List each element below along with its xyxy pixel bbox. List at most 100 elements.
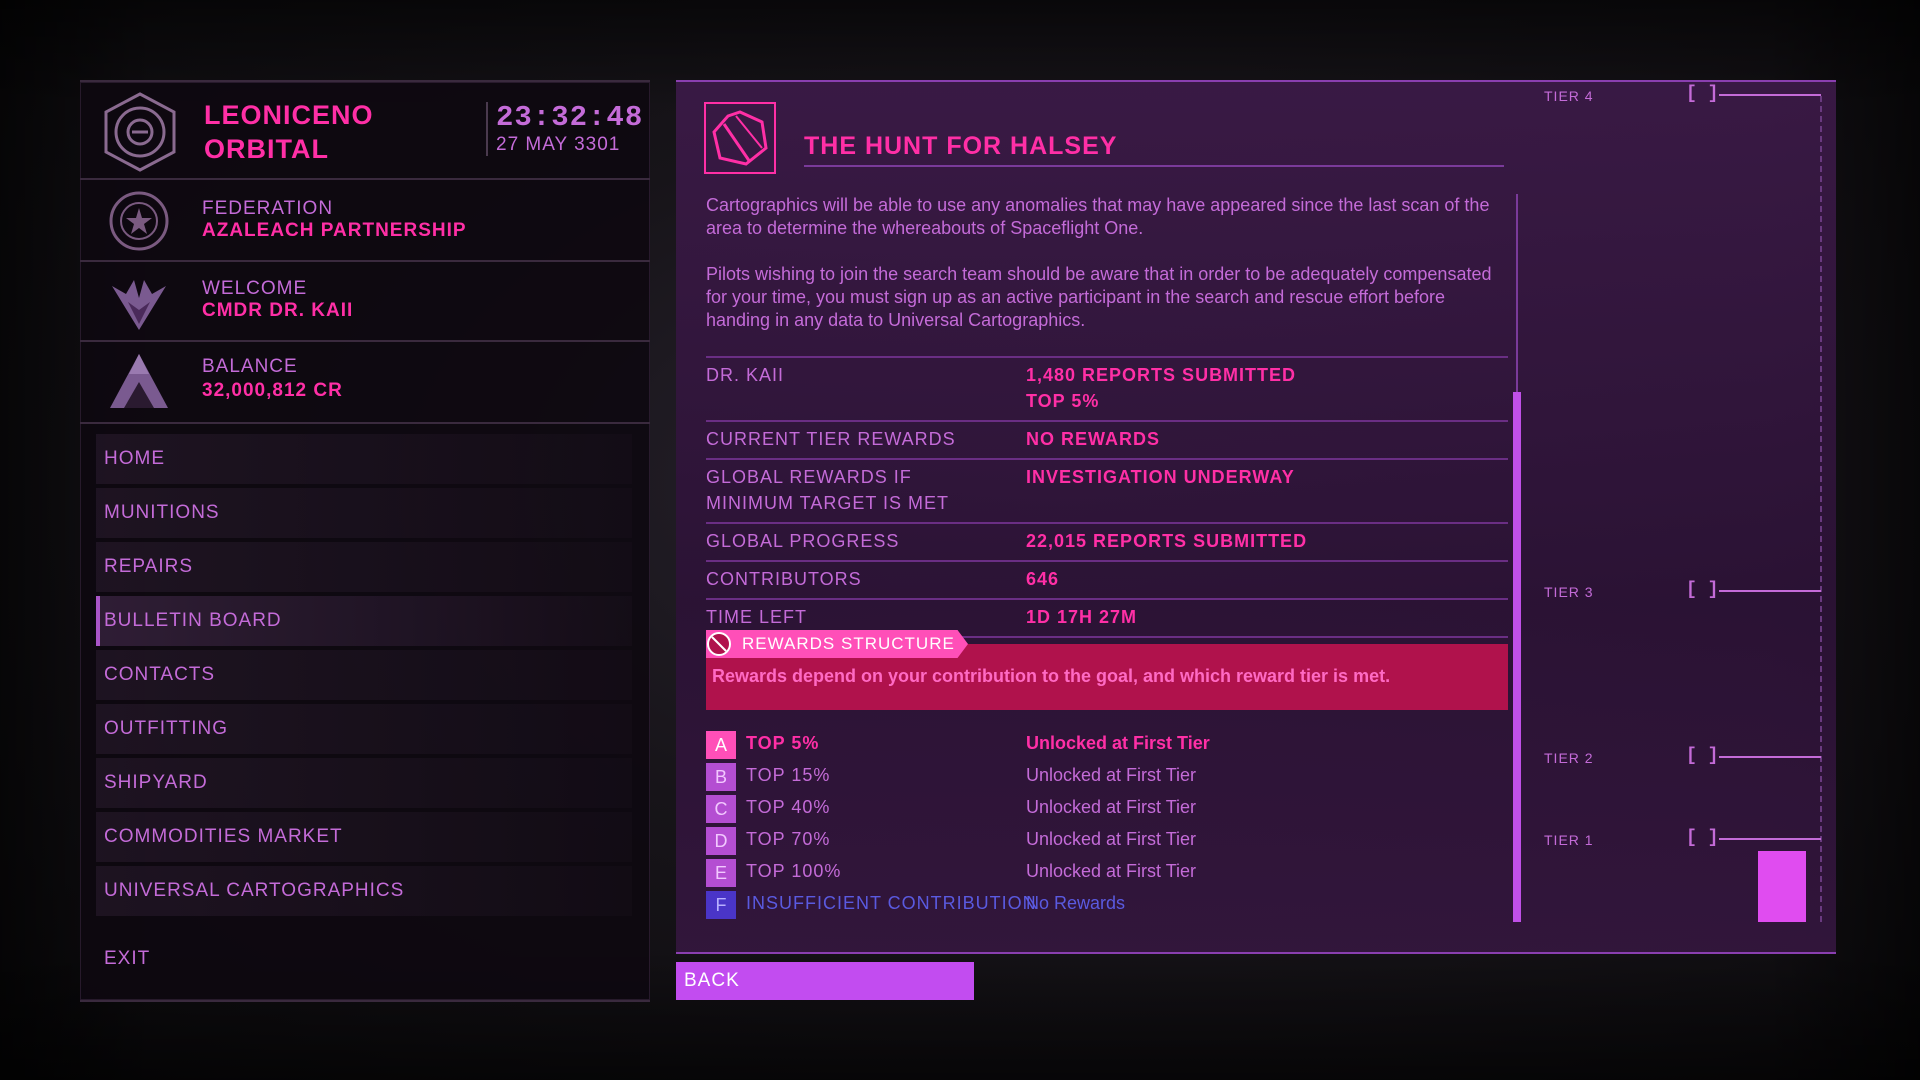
nav-universal-cartographics[interactable]: UNIVERSAL CARTOGRAPHICS (96, 866, 632, 916)
reward-letter-badge: F (706, 891, 736, 919)
services-nav: HOME MUNITIONS REPAIRS BULLETIN BOARD CO… (96, 434, 632, 920)
tier-1-marker: [ ] (1686, 828, 1719, 848)
description-paragraph: Pilots wishing to join the search team s… (706, 264, 1492, 330)
reward-bracket: TOP 15% (746, 765, 831, 785)
station-header: LEONICENO ORBITAL 23:32:48 27 MAY 3301 (80, 82, 650, 180)
tier-2-marker: [ ] (1686, 746, 1719, 766)
commander-name: CMDR DR. KAII (202, 300, 354, 321)
reward-row: E TOP 100% Unlocked at First Tier (706, 857, 1508, 889)
federation-emblem-icon (109, 191, 169, 251)
reward-bracket: TOP 5% (746, 733, 820, 753)
reward-letter-badge: D (706, 827, 736, 855)
nav-exit[interactable]: EXIT (104, 948, 150, 970)
nav-bulletin-board[interactable]: BULLETIN BOARD (96, 596, 632, 646)
welcome-row: WELCOME CMDR DR. KAII (80, 262, 650, 342)
faction-label: FEDERATION (202, 198, 334, 219)
mission-description: Cartographics will be able to use any an… (706, 194, 1496, 355)
reward-bracket: TOP 70% (746, 829, 831, 849)
reward-result: No Rewards (1026, 893, 1126, 913)
cartographics-badge-icon (707, 632, 731, 656)
mission-title: THE HUNT FOR HALSEY (804, 132, 1118, 160)
stat-key: GLOBAL REWARDS IF MINIMUM TARGET IS MET (706, 467, 950, 513)
stat-key: GLOBAL PROGRESS (706, 531, 900, 551)
tier-4-marker: [ ] (1686, 84, 1719, 104)
tier-3-line (1719, 590, 1821, 592)
reward-result: Unlocked at First Tier (1026, 829, 1197, 849)
tier-2-label: TIER 2 (1544, 750, 1594, 766)
reward-row: B TOP 15% Unlocked at First Tier (706, 761, 1508, 793)
tier-1-line (1719, 838, 1821, 840)
reward-row: D TOP 70% Unlocked at First Tier (706, 825, 1508, 857)
welcome-label: WELCOME (202, 278, 308, 299)
station-clock: 23:32:48 27 MAY 3301 (486, 102, 643, 156)
progress-bar (1758, 851, 1806, 922)
nav-shipyard[interactable]: SHIPYARD (96, 758, 632, 808)
reward-result: Unlocked at First Tier (1026, 861, 1197, 881)
stat-row-global-rewards: GLOBAL REWARDS IF MINIMUM TARGET IS MET … (706, 460, 1508, 524)
reward-bracket: TOP 40% (746, 797, 831, 817)
reward-letter-badge: B (706, 763, 736, 791)
mission-detail-panel: THE HUNT FOR HALSEY Cartographics will b… (676, 80, 1836, 954)
stat-row-current-tier: CURRENT TIER REWARDS NO REWARDS (706, 422, 1508, 460)
stat-value: NO REWARDS (1026, 429, 1161, 449)
rank-wings-icon (112, 280, 166, 330)
tier-3-marker: [ ] (1686, 580, 1719, 600)
reward-bracket: TOP 100% (746, 861, 842, 881)
stat-value: INVESTIGATION UNDERWAY (1026, 467, 1295, 487)
tier-1-label: TIER 1 (1544, 832, 1594, 848)
faction-name: AZALEACH PARTNERSHIP (202, 220, 467, 241)
tier-2-line (1719, 756, 1821, 758)
cartographics-compass-icon (712, 110, 768, 166)
stat-key: CONTRIBUTORS (706, 569, 862, 589)
rewards-structure-tab: REWARDS STRUCTURE (706, 630, 968, 658)
clock-time: 23:32:48 (496, 101, 644, 134)
clock-date: 27 MAY 3301 (496, 134, 621, 155)
stat-value: 646 (1026, 569, 1060, 589)
tier-axis (1820, 96, 1822, 922)
tier-4-line (1719, 94, 1821, 96)
reward-result: Unlocked at First Tier (1026, 797, 1197, 817)
mission-icon-frame (704, 102, 776, 174)
stat-value: 1,480 REPORTS SUBMITTED (1026, 365, 1297, 385)
reward-letter-badge: C (706, 795, 736, 823)
stat-key: DR. KAII (706, 365, 785, 385)
tier-progress-chart: TIER 4 [ ] TIER 3 [ ] TIER 2 [ ] TIER 1 … (1544, 82, 1834, 922)
reward-result: Unlocked at First Tier (1026, 733, 1210, 753)
back-button[interactable]: BACK (676, 962, 974, 1000)
reward-tiers-list: A TOP 5% Unlocked at First Tier B TOP 15… (706, 729, 1508, 921)
balance-row: BALANCE 32,000,812 CR (80, 342, 650, 424)
nav-commodities-market[interactable]: COMMODITIES MARKET (96, 812, 632, 862)
nav-repairs[interactable]: REPAIRS (96, 542, 632, 592)
nav-munitions[interactable]: MUNITIONS (96, 488, 632, 538)
mission-stats-table: DR. KAII 1,480 REPORTS SUBMITTED TOP 5% … (706, 356, 1508, 638)
reward-row: A TOP 5% Unlocked at First Tier (706, 729, 1508, 761)
description-paragraph: Cartographics will be able to use any an… (706, 195, 1490, 238)
nav-home[interactable]: HOME (96, 434, 632, 484)
reward-row: C TOP 40% Unlocked at First Tier (706, 793, 1508, 825)
balance-value: 32,000,812 CR (202, 380, 343, 401)
nav-contacts[interactable]: CONTACTS (96, 650, 632, 700)
reward-bracket: INSUFFICIENT CONTRIBUTION (746, 893, 1037, 913)
faction-row: FEDERATION AZALEACH PARTNERSHIP (80, 180, 650, 262)
tier-4-label: TIER 4 (1544, 88, 1594, 104)
balance-label: BALANCE (202, 356, 298, 377)
station-name: LEONICENO ORBITAL (204, 100, 374, 164)
reward-row: F INSUFFICIENT CONTRIBUTION No Rewards (706, 889, 1508, 921)
reward-result: Unlocked at First Tier (1026, 765, 1197, 785)
stat-row-player: DR. KAII 1,480 REPORTS SUBMITTED TOP 5% (706, 358, 1508, 422)
credits-pyramid-icon (110, 354, 168, 408)
stat-value: 22,015 REPORTS SUBMITTED (1026, 531, 1308, 551)
stat-key: CURRENT TIER REWARDS (706, 429, 956, 449)
description-scrollbar-thumb[interactable] (1513, 392, 1521, 922)
title-divider (804, 165, 1504, 167)
reward-letter-badge: A (706, 731, 736, 759)
station-logo-icon (104, 92, 176, 172)
stat-key: TIME LEFT (706, 607, 808, 627)
stat-value: TOP 5% (1026, 391, 1100, 411)
stat-row-global-progress: GLOBAL PROGRESS 22,015 REPORTS SUBMITTED (706, 524, 1508, 562)
stat-row-contributors: CONTRIBUTORS 646 (706, 562, 1508, 600)
nav-outfitting[interactable]: OUTFITTING (96, 704, 632, 754)
tier-3-label: TIER 3 (1544, 584, 1594, 600)
stat-value: 1D 17H 27M (1026, 607, 1138, 627)
reward-letter-badge: E (706, 859, 736, 887)
